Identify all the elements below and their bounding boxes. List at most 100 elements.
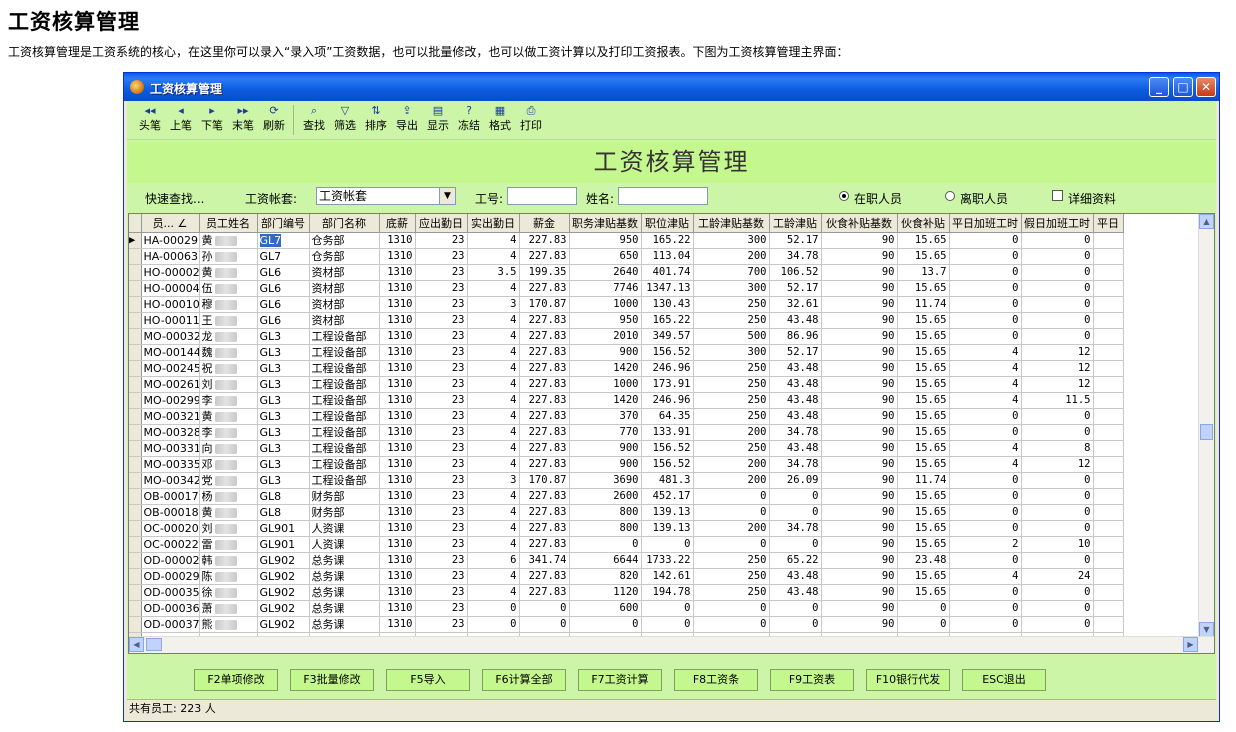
table-cell[interactable]: 4 xyxy=(949,360,1022,377)
f7-calc-button[interactable]: F7工资计算 xyxy=(578,669,662,691)
table-cell[interactable]: 0 xyxy=(897,600,950,617)
table-cell[interactable]: 1310 xyxy=(379,520,416,537)
table-cell[interactable]: 200 xyxy=(693,472,770,489)
table-cell[interactable]: 34.78 xyxy=(769,520,822,537)
table-cell[interactable]: 0 xyxy=(949,312,1022,329)
dropdown-arrow-icon[interactable]: ▼ xyxy=(439,188,455,204)
column-header[interactable]: 员工姓名 xyxy=(199,214,258,233)
table-cell[interactable]: 90 xyxy=(821,280,898,297)
table-cell[interactable]: 170.87 xyxy=(519,472,570,489)
table-cell[interactable]: 90 xyxy=(821,264,898,281)
table-cell[interactable]: 23 xyxy=(415,456,468,473)
table-row[interactable]: OD-00036 萧 GL902 总务课 1310 23 0 0 600 0 0 0 90 0 0 0 xyxy=(129,600,1124,617)
table-cell[interactable]: 向 xyxy=(199,440,258,457)
minimize-button[interactable]: _ xyxy=(1149,77,1169,97)
f8-payslip-button[interactable]: F8工资条 xyxy=(674,669,758,691)
toolbar-export-button[interactable]: ⇪ 导出 xyxy=(392,103,422,133)
table-cell[interactable]: 人资课 xyxy=(309,536,380,553)
table-cell[interactable]: 4 xyxy=(467,328,520,345)
table-cell[interactable]: 15.65 xyxy=(897,344,950,361)
column-header[interactable]: 薪金 xyxy=(519,214,570,233)
table-cell[interactable]: 0 xyxy=(1021,248,1094,265)
table-cell[interactable]: GL902 xyxy=(257,568,310,585)
selected-cell[interactable]: GL7 xyxy=(259,234,282,247)
table-cell[interactable] xyxy=(1093,600,1124,617)
table-cell[interactable]: 0 xyxy=(949,280,1022,297)
column-header[interactable]: 工龄津贴 xyxy=(769,214,822,233)
table-cell[interactable]: 15.65 xyxy=(897,392,950,409)
table-cell[interactable]: 0 xyxy=(693,616,770,633)
table-cell[interactable]: 0 xyxy=(949,488,1022,505)
table-cell[interactable]: 250 xyxy=(693,552,770,569)
table-cell[interactable]: 15.65 xyxy=(897,232,950,249)
table-cell[interactable]: 900 xyxy=(569,456,642,473)
table-cell[interactable]: 43.48 xyxy=(769,440,822,457)
table-cell[interactable]: 90 xyxy=(821,504,898,521)
table-row[interactable]: MO-00144 魏 GL3 工程设备部 1310 23 4 227.83 900 156.52 3… xyxy=(129,344,1124,361)
table-cell[interactable]: 227.83 xyxy=(519,232,570,249)
table-cell[interactable]: 200 xyxy=(693,248,770,265)
table-cell[interactable] xyxy=(1093,440,1124,457)
table-cell[interactable]: GL3 xyxy=(257,360,310,377)
table-cell[interactable]: 90 xyxy=(821,536,898,553)
table-cell[interactable]: 4 xyxy=(467,424,520,441)
table-cell[interactable] xyxy=(1093,248,1124,265)
table-cell[interactable]: 250 xyxy=(693,296,770,313)
table-cell[interactable]: 资材部 xyxy=(309,296,380,313)
column-header[interactable]: 底薪 xyxy=(379,214,416,233)
table-cell[interactable]: GL3 xyxy=(257,440,310,457)
table-cell[interactable]: 227.83 xyxy=(519,344,570,361)
table-cell[interactable]: 0 xyxy=(569,616,642,633)
table-row[interactable]: OD-00035 徐 GL902 总务课 1310 23 4 227.83 1120 194.78… xyxy=(129,584,1124,601)
table-cell[interactable]: 23 xyxy=(415,232,468,249)
table-cell[interactable]: 15.65 xyxy=(897,456,950,473)
table-cell[interactable]: 1310 xyxy=(379,488,416,505)
table-cell[interactable] xyxy=(1093,520,1124,537)
table-cell[interactable]: 0 xyxy=(949,600,1022,617)
table-cell[interactable]: 227.83 xyxy=(519,360,570,377)
table-cell[interactable]: 资材部 xyxy=(309,280,380,297)
table-cell[interactable]: 300 xyxy=(693,344,770,361)
f9-payroll-sheet-button[interactable]: F9工资表 xyxy=(770,669,854,691)
horizontal-scrollbar[interactable]: ◀ ▶ xyxy=(129,636,1214,653)
table-row[interactable]: HO-00010 穆 GL6 资材部 1310 23 3 170.87 1000 130.43 25… xyxy=(129,296,1124,313)
table-cell[interactable]: 1310 xyxy=(379,280,416,297)
name-input[interactable] xyxy=(618,187,708,205)
table-cell[interactable]: 90 xyxy=(821,408,898,425)
table-cell[interactable]: 90 xyxy=(821,568,898,585)
table-cell[interactable]: 仓务部 xyxy=(309,248,380,265)
table-cell[interactable]: GL3 xyxy=(257,472,310,489)
table-cell[interactable]: 1420 xyxy=(569,392,642,409)
table-cell[interactable] xyxy=(1093,296,1124,313)
table-cell[interactable]: 工程设备部 xyxy=(309,472,380,489)
toolbar-last-button[interactable]: ▸▸ 末笔 xyxy=(228,103,258,133)
table-cell[interactable]: 227.83 xyxy=(519,584,570,601)
table-cell[interactable]: 0 xyxy=(1021,552,1094,569)
table-row[interactable]: HA-00063 孙 GL7 仓务部 1310 23 4 227.83 650 113.04 200… xyxy=(129,248,1124,265)
table-cell[interactable]: 4 xyxy=(467,408,520,425)
table-cell[interactable]: 0 xyxy=(1021,264,1094,281)
detail-checkbox[interactable] xyxy=(1052,190,1063,201)
table-cell[interactable]: OD-00029 xyxy=(141,568,200,585)
table-cell[interactable]: 23 xyxy=(415,376,468,393)
table-cell[interactable]: 4 xyxy=(949,344,1022,361)
table-cell[interactable]: 0 xyxy=(467,600,520,617)
table-cell[interactable]: 1310 xyxy=(379,360,416,377)
table-row[interactable]: MO-00321 黄 GL3 工程设备部 1310 23 4 227.83 370 64.35 25… xyxy=(129,408,1124,425)
table-cell[interactable]: 0 xyxy=(569,536,642,553)
table-cell[interactable]: 23 xyxy=(415,328,468,345)
table-cell[interactable]: 43.48 xyxy=(769,584,822,601)
table-cell[interactable]: 0 xyxy=(1021,520,1094,537)
table-cell[interactable]: 萧 xyxy=(199,600,258,617)
table-cell[interactable]: 0 xyxy=(769,600,822,617)
table-cell[interactable]: 90 xyxy=(821,392,898,409)
table-cell[interactable]: GL902 xyxy=(257,552,310,569)
table-cell[interactable]: 0 xyxy=(693,536,770,553)
table-cell[interactable]: 0 xyxy=(949,232,1022,249)
table-cell[interactable]: 工程设备部 xyxy=(309,328,380,345)
table-row[interactable]: MO-00331 向 GL3 工程设备部 1310 23 4 227.83 900 156.52 2… xyxy=(129,440,1124,457)
toolbar-find-button[interactable]: ⌕ 查找 xyxy=(299,103,329,133)
table-cell[interactable] xyxy=(1093,360,1124,377)
table-cell[interactable]: 23 xyxy=(415,296,468,313)
table-cell[interactable]: 43.48 xyxy=(769,376,822,393)
